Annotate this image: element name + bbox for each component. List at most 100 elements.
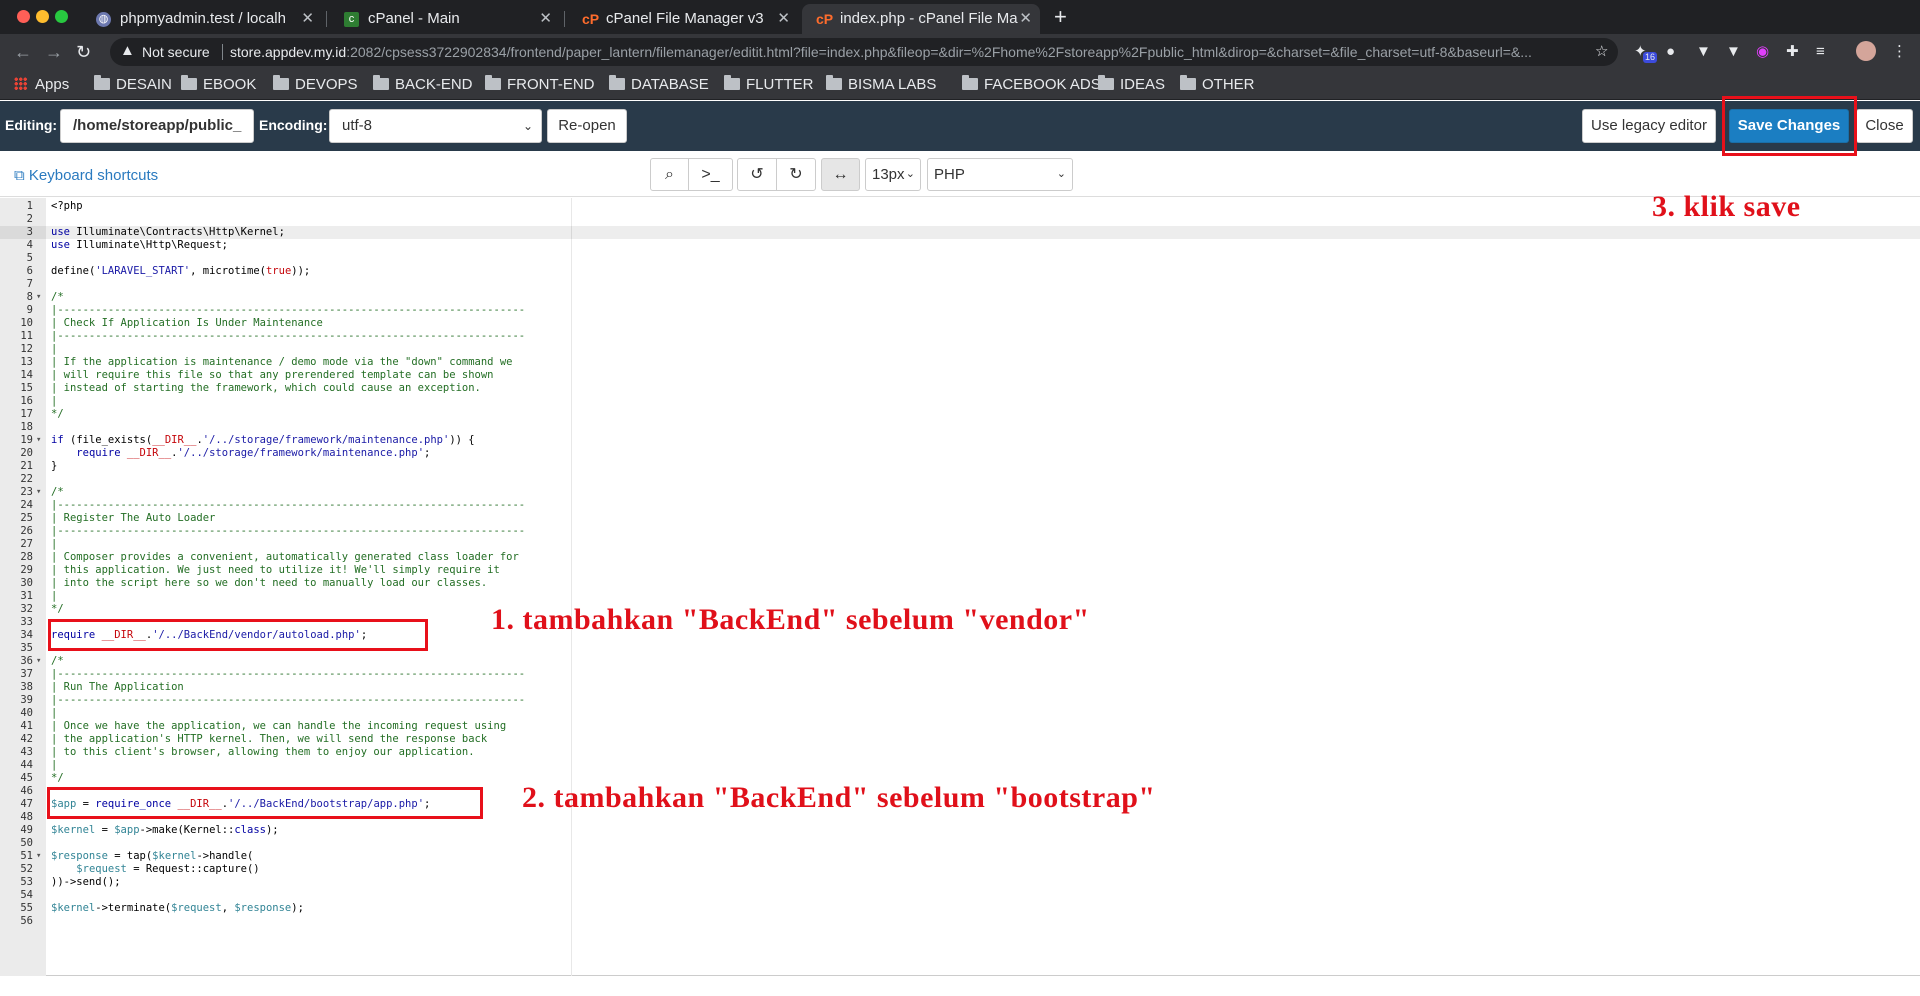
code-line[interactable]: 40 |	[0, 707, 1920, 720]
code-line[interactable]: 37 |-------------------------------------…	[0, 668, 1920, 681]
menu-kebab-icon[interactable]: ⋮	[1892, 43, 1907, 61]
puzzle-icon[interactable]: ✚	[1786, 43, 1799, 61]
mode-select[interactable]: PHP ⌄	[927, 158, 1073, 191]
use-legacy-editor-button[interactable]: Use legacy editor	[1582, 109, 1716, 143]
code-line[interactable]: 54	[0, 889, 1920, 902]
goto-line-button[interactable]: >_	[688, 158, 733, 191]
bookmark-facebook-ads[interactable]: FACEBOOK ADS	[962, 75, 1101, 95]
browser-tab-cpanel-main[interactable]: c cPanel - Main ✕	[330, 4, 560, 34]
code-line[interactable]: 26 |-------------------------------------…	[0, 525, 1920, 538]
close-icon[interactable]: ✕	[301, 4, 314, 34]
code-line[interactable]: 20 require __DIR__.'/../storage/framewor…	[0, 447, 1920, 460]
fold-toggle-icon[interactable]: ▾	[36, 291, 41, 304]
code-line[interactable]: 41 | Once we have the application, we can…	[0, 720, 1920, 733]
code-line[interactable]: 5	[0, 252, 1920, 265]
code-line[interactable]: 8 ▾ /*	[0, 291, 1920, 304]
code-line[interactable]: 23 ▾ /*	[0, 486, 1920, 499]
code-line[interactable]: 28 | Composer provides a convenient, auto…	[0, 551, 1920, 564]
extension-icon[interactable]: ▼	[1726, 43, 1741, 61]
code-editor[interactable]: 1 <?php 2 3 use Illuminate\Contracts\Http\Ke…	[0, 190, 1920, 976]
code-line[interactable]: 19 ▾ if (file_exists(__DIR__.'/../storage/…	[0, 434, 1920, 447]
bookmark-other[interactable]: OTHER	[1180, 75, 1255, 95]
code-line[interactable]: 1 <?php	[0, 200, 1920, 213]
bookmark-flutter[interactable]: FLUTTER	[724, 75, 814, 95]
code-line[interactable]: 17 */	[0, 408, 1920, 421]
bookmark-desain[interactable]: DESAIN	[94, 75, 172, 95]
wrap-toggle-button[interactable]: ↔	[821, 158, 860, 191]
bookmark-bisma-labs[interactable]: BISMA LABS	[826, 75, 936, 95]
close-button[interactable]: Close	[1856, 109, 1913, 143]
extension-icon[interactable]: ▼	[1696, 43, 1711, 61]
window-maximize-button[interactable]	[55, 10, 68, 23]
code-line[interactable]: 13 | If the application is maintenance / …	[0, 356, 1920, 369]
code-line[interactable]: 25 | Register The Auto Loader	[0, 512, 1920, 525]
code-line[interactable]: 14 | will require this file so that any p…	[0, 369, 1920, 382]
back-arrow-icon[interactable]: ←	[14, 40, 32, 64]
address-bar[interactable]: ▲ Not secure store.appdev.my.id:2082/cps…	[110, 38, 1618, 66]
close-icon[interactable]: ✕	[1019, 4, 1032, 34]
code-line[interactable]: 22	[0, 473, 1920, 486]
browser-tab-file-manager[interactable]: cP cPanel File Manager v3 ✕	[568, 4, 798, 34]
code-line[interactable]: 36 ▾ /*	[0, 655, 1920, 668]
code-line[interactable]: 27 |	[0, 538, 1920, 551]
code-line[interactable]: 50	[0, 837, 1920, 850]
browser-tab-phpmyadmin[interactable]: ◍ phpmyadmin.test / localh ✕	[82, 4, 322, 34]
code-line[interactable]: 10 | Check If Application Is Under Mainte…	[0, 317, 1920, 330]
encoding-select[interactable]: utf-8 ⌄	[329, 109, 542, 143]
code-line[interactable]: 9 |--------------------------------------…	[0, 304, 1920, 317]
code-line[interactable]: 11 |-------------------------------------…	[0, 330, 1920, 343]
code-line[interactable]: 21}	[0, 460, 1920, 473]
warning-icon[interactable]: ▲	[120, 42, 135, 59]
fold-toggle-icon[interactable]: ▾	[36, 434, 41, 447]
avatar[interactable]	[1856, 41, 1876, 61]
code-line[interactable]: 7	[0, 278, 1920, 291]
reload-icon[interactable]: ↻	[76, 40, 91, 64]
bookmark-ebook[interactable]: EBOOK	[181, 75, 256, 95]
window-minimize-button[interactable]	[36, 10, 49, 23]
code-line[interactable]: 12 |	[0, 343, 1920, 356]
bookmark-apps[interactable]: Apps	[14, 75, 69, 95]
reopen-button[interactable]: Re-open	[547, 109, 627, 143]
editing-path-field[interactable]: /home/storeapp/public_	[60, 109, 254, 143]
code-line[interactable]: 30 | into the script here so we don't nee…	[0, 577, 1920, 590]
bookmark-database[interactable]: DATABASE	[609, 75, 709, 95]
code-line[interactable]: 29 | this application. We just need to ut…	[0, 564, 1920, 577]
code-line[interactable]: 24 |-------------------------------------…	[0, 499, 1920, 512]
font-size-select[interactable]: 13px ⌄	[865, 158, 921, 191]
redo-button[interactable]: ↻	[776, 158, 816, 191]
window-close-button[interactable]	[17, 10, 30, 23]
code-line[interactable]: 31 |	[0, 590, 1920, 603]
close-icon[interactable]: ✕	[539, 4, 552, 34]
code-line[interactable]: 52 $request = Request::capture()	[0, 863, 1920, 876]
fold-toggle-icon[interactable]: ▾	[36, 486, 41, 499]
code-line[interactable]: 3 use Illuminate\Contracts\Http\Kernel;	[0, 226, 1920, 239]
code-line[interactable]: 39 |-------------------------------------…	[0, 694, 1920, 707]
code-line[interactable]: 49 $kernel = $app->make(Kernel::class);	[0, 824, 1920, 837]
bookmark-devops[interactable]: DEVOPS	[273, 75, 358, 95]
code-line[interactable]: 15 | instead of starting the framework, w…	[0, 382, 1920, 395]
security-label[interactable]: Not secure	[142, 44, 210, 60]
url-text[interactable]: store.appdev.my.id:2082/cpsess3722902834…	[230, 44, 1600, 60]
bookmark-star-icon[interactable]: ☆	[1595, 43, 1608, 61]
search-button[interactable]: ⌕	[650, 158, 689, 191]
fold-toggle-icon[interactable]: ▾	[36, 850, 41, 863]
undo-button[interactable]: ↺	[737, 158, 777, 191]
code-line[interactable]: 16 |	[0, 395, 1920, 408]
code-line[interactable]: 44 |	[0, 759, 1920, 772]
reading-list-icon[interactable]: ≡	[1816, 43, 1825, 61]
code-line[interactable]: 18	[0, 421, 1920, 434]
forward-arrow-icon[interactable]: →	[45, 40, 63, 64]
code-line[interactable]: 51 ▾ $response = tap($kernel->handle(	[0, 850, 1920, 863]
code-line[interactable]: 53))->send();	[0, 876, 1920, 889]
keyboard-shortcuts-link[interactable]: ⧉ Keyboard shortcuts	[14, 167, 158, 184]
bookmark-back-end[interactable]: BACK-END	[373, 75, 473, 95]
code-line[interactable]: 56	[0, 915, 1920, 928]
extension-icon[interactable]: ●	[1666, 43, 1675, 61]
browser-tab-index-php[interactable]: cP index.php - cPanel File Ma ✕	[802, 4, 1040, 34]
close-icon[interactable]: ✕	[777, 4, 790, 34]
code-line[interactable]: 6 define('LARAVEL_START', microtime(true)…	[0, 265, 1920, 278]
bookmark-ideas[interactable]: IDEAS	[1098, 75, 1165, 95]
code-line[interactable]: 43 | to this client's browser, allowing t…	[0, 746, 1920, 759]
code-line[interactable]: 4 use Illuminate\Http\Request;	[0, 239, 1920, 252]
new-tab-button[interactable]: +	[1054, 4, 1067, 30]
